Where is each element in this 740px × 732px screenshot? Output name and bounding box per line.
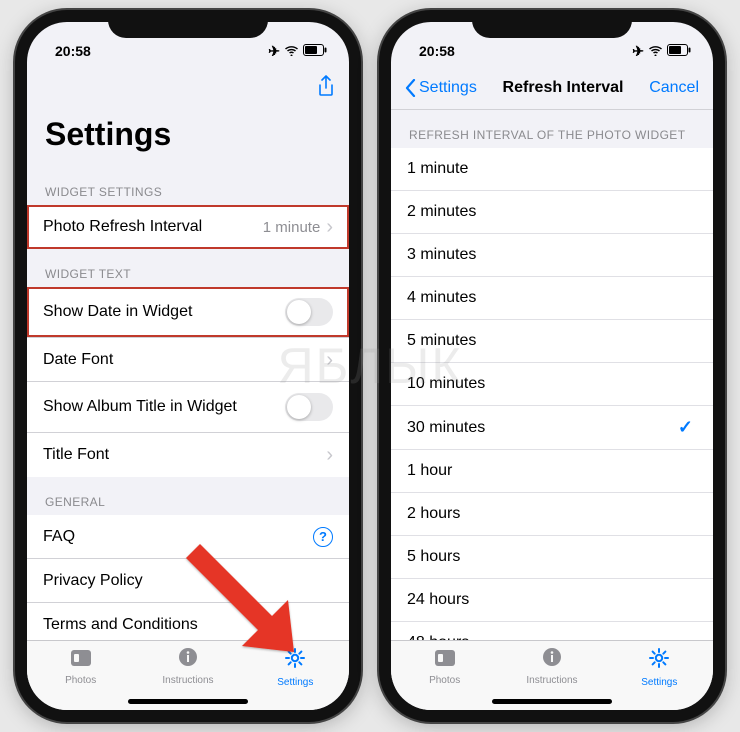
airplane-icon: ✈︎	[268, 43, 280, 60]
cell-label: Photo Refresh Interval	[43, 218, 202, 236]
chevron-right-icon: ›	[326, 350, 333, 370]
back-label: Settings	[419, 79, 477, 97]
tab-label: Instructions	[162, 675, 213, 686]
option-label: 10 minutes	[407, 375, 485, 393]
section-header-widget-text: WIDGET TEXT	[27, 249, 349, 287]
status-time: 20:58	[419, 43, 455, 59]
cell-value: 1 minute	[263, 219, 321, 236]
notch	[472, 10, 632, 38]
option-label: 1 hour	[407, 462, 452, 480]
info-icon	[542, 647, 562, 673]
cell-faq[interactable]: FAQ ?	[27, 515, 349, 559]
cell-photo-refresh-interval[interactable]: Photo Refresh Interval 1 minute ›	[27, 205, 349, 249]
cell-label: Show Album Title in Widget	[43, 398, 237, 416]
chevron-right-icon: ›	[326, 217, 333, 237]
cell-label: Terms and Conditions	[43, 616, 198, 634]
section-header-widget-settings: WIDGET SETTINGS	[27, 167, 349, 205]
cell-label: Title Font	[43, 446, 109, 464]
notch	[108, 10, 268, 38]
option-row[interactable]: 10 minutes	[391, 363, 713, 406]
status-time: 20:58	[55, 43, 91, 59]
cell-label: Show Date in Widget	[43, 303, 192, 321]
phone-left: 20:58 ✈︎ Settings WIDGET SETTINGS	[15, 10, 361, 722]
option-row[interactable]: 1 hour	[391, 450, 713, 493]
phone-right: 20:58 ✈︎ Settings Refresh Interval Cance…	[379, 10, 725, 722]
tab-label: Settings	[641, 677, 677, 688]
cell-privacy[interactable]: Privacy Policy	[27, 559, 349, 603]
option-row[interactable]: 3 minutes	[391, 234, 713, 277]
page-title: Settings	[27, 110, 349, 167]
option-label: 2 hours	[407, 505, 460, 523]
tab-instructions[interactable]: Instructions	[153, 647, 223, 686]
toggle-show-album[interactable]	[285, 393, 333, 421]
option-label: 4 minutes	[407, 289, 476, 307]
option-row[interactable]: 1 minute	[391, 148, 713, 191]
section-header-refresh: REFRESH INTERVAL OF THE PHOTO WIDGET	[391, 110, 713, 148]
nav-title: Refresh Interval	[503, 79, 624, 97]
option-label: 5 hours	[407, 548, 460, 566]
option-row[interactable]: 30 minutes ✓	[391, 406, 713, 450]
status-icons: ✈︎	[632, 43, 691, 60]
cancel-button[interactable]: Cancel	[649, 79, 699, 97]
option-row[interactable]: 48 hours	[391, 622, 713, 640]
help-icon[interactable]: ?	[313, 527, 333, 547]
gear-icon	[648, 647, 670, 675]
tab-photos[interactable]: Photos	[46, 647, 116, 686]
tab-label: Instructions	[526, 675, 577, 686]
cell-title-font[interactable]: Title Font ›	[27, 433, 349, 477]
tab-label: Settings	[277, 677, 313, 688]
option-label: 24 hours	[407, 591, 469, 609]
battery-icon	[667, 43, 691, 59]
nav-bar-left	[27, 66, 349, 110]
tab-settings[interactable]: Settings	[624, 647, 694, 688]
tab-settings[interactable]: Settings	[260, 647, 330, 688]
cell-label: FAQ	[43, 528, 75, 546]
back-button[interactable]: Settings	[405, 79, 477, 97]
tab-label: Photos	[65, 675, 96, 686]
info-icon	[178, 647, 198, 673]
share-icon[interactable]	[317, 75, 335, 102]
tab-instructions[interactable]: Instructions	[517, 647, 587, 686]
options-list: 1 minute 2 minutes 3 minutes 4 minutes 5 min…	[391, 148, 713, 640]
gear-icon	[284, 647, 306, 675]
option-label: 30 minutes	[407, 419, 485, 437]
cell-label: Date Font	[43, 351, 113, 369]
option-row[interactable]: 4 minutes	[391, 277, 713, 320]
option-label: 5 minutes	[407, 332, 476, 350]
tab-photos[interactable]: Photos	[410, 647, 480, 686]
status-icons: ✈︎	[268, 43, 327, 60]
wifi-icon	[284, 43, 299, 59]
section-header-general: GENERAL	[27, 477, 349, 515]
tab-label: Photos	[429, 675, 460, 686]
airplane-icon: ✈︎	[632, 43, 644, 60]
battery-icon	[303, 43, 327, 59]
option-row[interactable]: 5 hours	[391, 536, 713, 579]
option-row[interactable]: 24 hours	[391, 579, 713, 622]
cell-show-album[interactable]: Show Album Title in Widget	[27, 382, 349, 433]
chevron-right-icon: ›	[326, 445, 333, 465]
option-label: 2 minutes	[407, 203, 476, 221]
option-row[interactable]: 2 minutes	[391, 191, 713, 234]
toggle-show-date[interactable]	[285, 298, 333, 326]
cell-terms[interactable]: Terms and Conditions	[27, 603, 349, 640]
option-label: 3 minutes	[407, 246, 476, 264]
photos-icon	[70, 647, 92, 673]
photos-icon	[434, 647, 456, 673]
home-indicator[interactable]	[492, 699, 612, 704]
cell-date-font[interactable]: Date Font ›	[27, 338, 349, 382]
wifi-icon	[648, 43, 663, 59]
option-row[interactable]: 2 hours	[391, 493, 713, 536]
checkmark-icon: ✓	[678, 417, 693, 438]
option-label: 1 minute	[407, 160, 468, 178]
cell-show-date[interactable]: Show Date in Widget	[27, 287, 349, 338]
home-indicator[interactable]	[128, 699, 248, 704]
option-row[interactable]: 5 minutes	[391, 320, 713, 363]
nav-bar-right: Settings Refresh Interval Cancel	[391, 66, 713, 110]
cell-label: Privacy Policy	[43, 572, 143, 590]
